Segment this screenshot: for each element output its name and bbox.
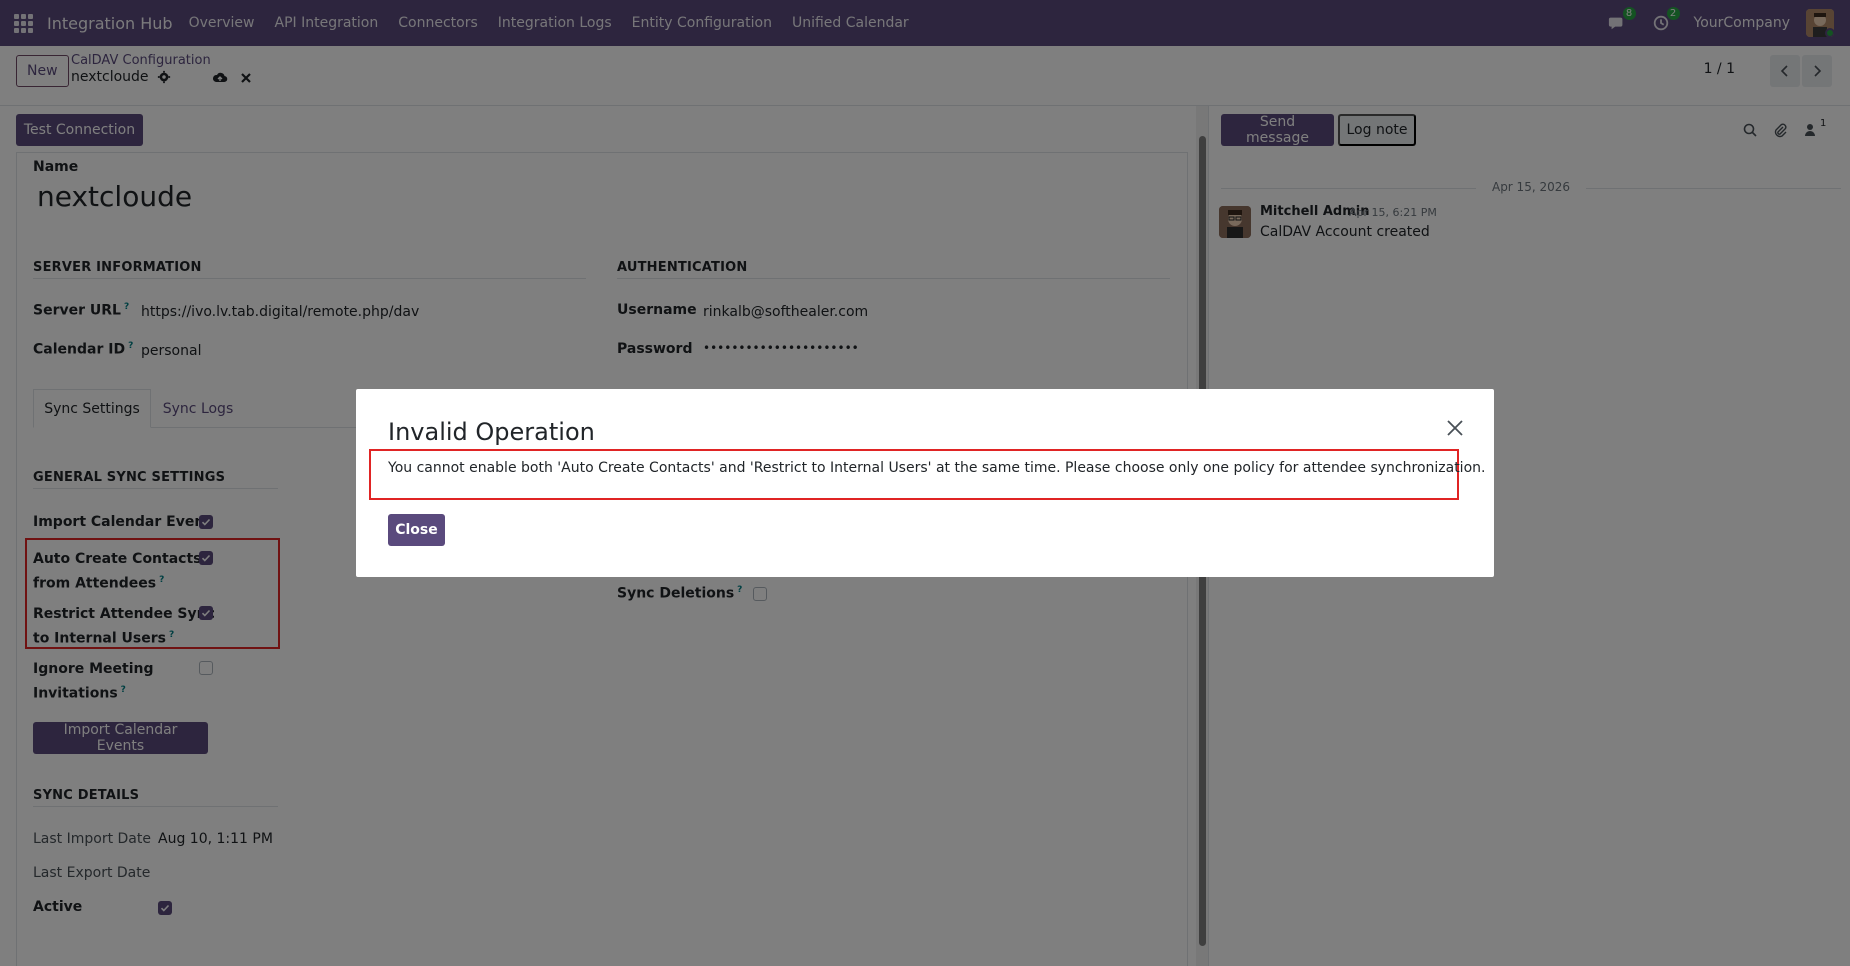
dialog-message: You cannot enable both 'Auto Create Cont… bbox=[388, 460, 1486, 476]
close-icon[interactable] bbox=[1446, 419, 1464, 437]
invalid-operation-dialog: Invalid Operation You cannot enable both… bbox=[356, 389, 1494, 577]
dialog-title: Invalid Operation bbox=[388, 418, 595, 446]
dialog-close-button[interactable]: Close bbox=[388, 514, 445, 546]
